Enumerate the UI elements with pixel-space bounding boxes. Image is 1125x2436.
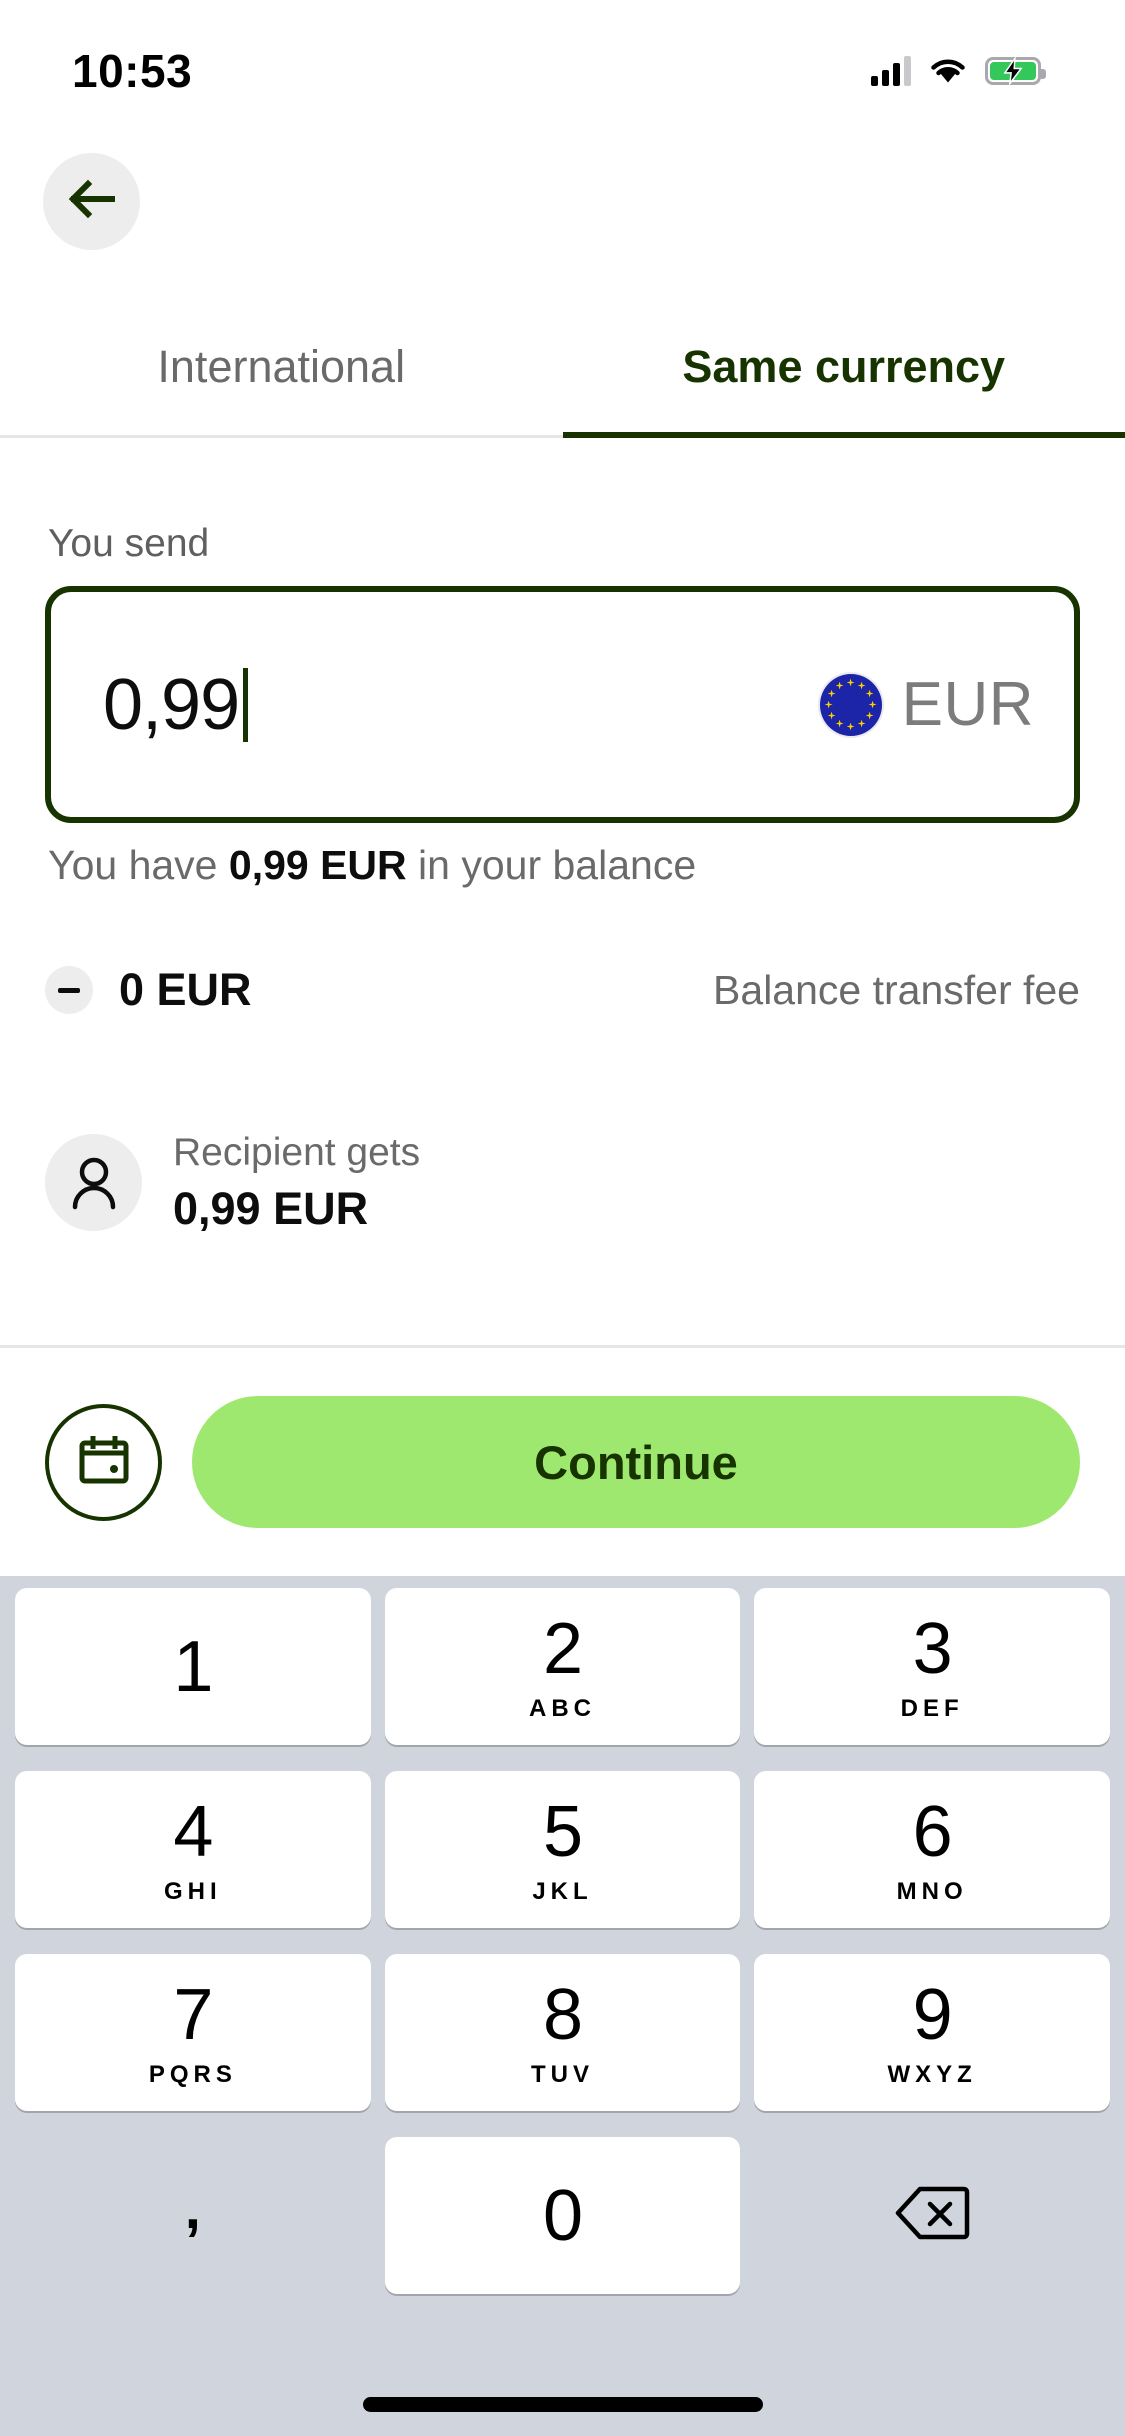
amount-input-field[interactable]: 0,99 EUR <box>45 586 1080 823</box>
keypad-row: , 0 <box>8 2137 1117 2294</box>
key-3-letters: DEF <box>900 1694 964 1722</box>
schedule-transfer-button[interactable] <box>45 1403 162 1521</box>
key-5-letters: JKL <box>532 1877 593 1905</box>
tab-underline-active <box>562 432 1125 438</box>
person-icon <box>45 1134 142 1232</box>
key-7-digit: 7 <box>173 1974 213 2055</box>
recipient-text-group: Recipient gets 0,99 EUR <box>173 1130 420 1235</box>
key-7-letters: PQRS <box>148 2060 237 2088</box>
key-5-digit: 5 <box>542 1791 583 1872</box>
cellular-signal-icon <box>871 56 911 86</box>
key-8[interactable]: 8 TUV <box>384 1954 741 2111</box>
keypad-cell: 5 JKL <box>384 1771 741 1928</box>
key-9-digit: 9 <box>912 1974 953 2055</box>
key-7[interactable]: 7 PQRS <box>15 1954 371 2111</box>
fee-row: 0 EUR Balance transfer fee <box>45 955 1080 1025</box>
keypad-cell: 3 DEF <box>754 1588 1111 1745</box>
action-bar: Continue <box>0 1348 1125 1576</box>
key-comma[interactable]: , <box>15 2137 371 2294</box>
back-arrow-icon <box>66 177 118 226</box>
text-caret <box>243 667 249 742</box>
key-4[interactable]: 4 GHI <box>15 1771 371 1928</box>
key-1[interactable]: 1 <box>15 1588 371 1745</box>
keypad-cell: 7 PQRS <box>15 1954 371 2111</box>
keypad-cell: 9 WXYZ <box>754 1954 1111 2111</box>
balance-note: You have 0,99 EUR in your balance <box>48 842 696 889</box>
keypad-row: 4 GHI 5 JKL 6 MNO <box>8 1771 1117 1928</box>
backspace-icon <box>894 2184 970 2247</box>
keypad-cell: 6 MNO <box>754 1771 1111 1928</box>
transfer-type-tabs: International Same currency <box>0 338 1125 438</box>
key-2-digit: 2 <box>542 1608 583 1689</box>
status-time: 10:53 <box>72 45 193 97</box>
currency-code-label: EUR <box>901 670 1034 739</box>
recipient-row[interactable]: Recipient gets 0,99 EUR <box>45 1130 420 1235</box>
key-4-digit: 4 <box>173 1791 213 1872</box>
keypad-cell: 1 <box>15 1588 371 1745</box>
tab-same-currency[interactable]: Same currency <box>562 338 1125 438</box>
key-comma-glyph: , <box>184 2175 201 2241</box>
balance-note-amount: 0,99 EUR <box>228 842 407 888</box>
keypad-cell: 4 GHI <box>15 1771 371 1928</box>
key-2-letters: ABC <box>529 1694 596 1722</box>
balance-note-prefix: You have <box>48 842 229 888</box>
battery-charging-icon <box>985 56 1046 86</box>
key-0[interactable]: 0 <box>384 2137 741 2294</box>
key-3[interactable]: 3 DEF <box>754 1588 1111 1745</box>
key-6-digit: 6 <box>912 1791 953 1872</box>
recipient-amount: 0,99 EUR <box>173 1183 369 1235</box>
key-5[interactable]: 5 JKL <box>384 1771 741 1928</box>
minus-icon <box>45 966 93 1014</box>
status-bar: 10:53 <box>0 0 1125 132</box>
key-9-letters: WXYZ <box>887 2060 977 2088</box>
wifi-icon <box>929 57 967 85</box>
back-button[interactable] <box>43 153 140 250</box>
balance-note-suffix: in your balance <box>406 842 697 888</box>
keypad-cell: , <box>15 2137 371 2294</box>
key-4-letters: GHI <box>164 1877 222 1905</box>
keypad-row: 1 2 ABC 3 DEF <box>8 1588 1117 1745</box>
key-9[interactable]: 9 WXYZ <box>754 1954 1111 2111</box>
status-indicators <box>871 46 1046 86</box>
keypad-cell <box>754 2137 1110 2294</box>
numeric-keypad: 1 2 ABC 3 DEF 4 GHI 5 JKL 6 MNO 7 PQRS 8… <box>0 1576 1125 2436</box>
key-backspace[interactable] <box>754 2137 1110 2294</box>
key-1-digit: 1 <box>173 1626 213 1707</box>
tab-underline-inactive <box>0 435 563 438</box>
keypad-cell: 0 <box>384 2137 741 2294</box>
key-8-digit: 8 <box>542 1974 583 2055</box>
keypad-cell: 8 TUV <box>384 1954 741 2111</box>
tab-international[interactable]: International <box>0 338 563 438</box>
recipient-caption: Recipient gets <box>173 1131 421 1174</box>
app-root: 10:53 International Same currency You se… <box>0 0 1125 2436</box>
tab-same-currency-label: Same currency <box>682 341 1006 392</box>
currency-selector[interactable]: EUR <box>819 669 1034 740</box>
you-send-label: You send <box>48 522 210 565</box>
amount-value-group: 0,99 <box>103 664 249 745</box>
amount-value: 0,99 <box>103 664 240 745</box>
key-0-digit: 0 <box>542 2175 583 2256</box>
key-2[interactable]: 2 ABC <box>384 1588 741 1745</box>
continue-button[interactable]: Continue <box>192 1396 1080 1528</box>
fee-caption: Balance transfer fee <box>713 966 1080 1013</box>
key-6-letters: MNO <box>896 1877 968 1905</box>
tab-international-label: International <box>157 341 406 392</box>
key-8-letters: TUV <box>531 2060 594 2088</box>
fee-amount: 0 EUR <box>119 964 252 1015</box>
keypad-row: 7 PQRS 8 TUV 9 WXYZ <box>8 1954 1117 2111</box>
eu-flag-icon <box>819 673 882 736</box>
calendar-icon <box>76 1431 132 1494</box>
keypad-cell: 2 ABC <box>384 1588 741 1745</box>
key-6[interactable]: 6 MNO <box>754 1771 1111 1928</box>
home-indicator <box>362 2397 763 2412</box>
key-3-digit: 3 <box>912 1608 953 1689</box>
